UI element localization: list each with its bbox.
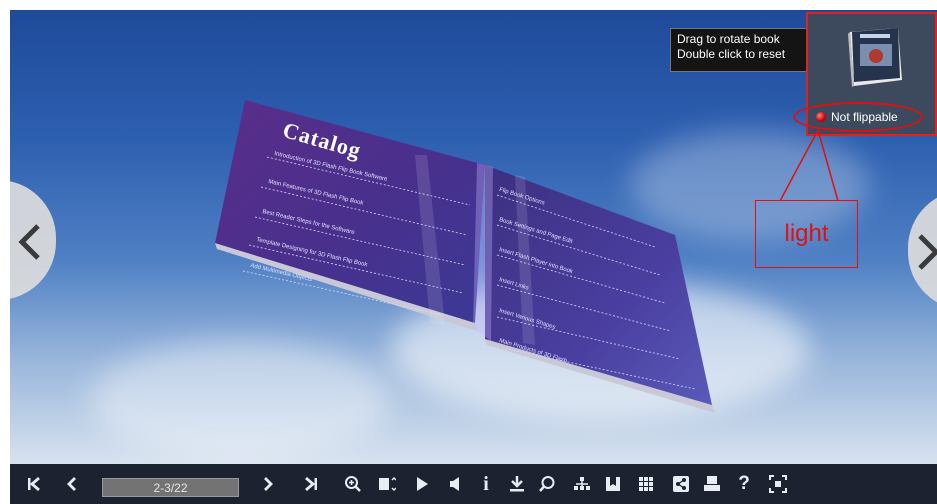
sound-icon[interactable] bbox=[445, 464, 465, 504]
print-icon[interactable] bbox=[701, 464, 723, 504]
share-icon[interactable] bbox=[670, 464, 692, 504]
help-icon[interactable]: ? bbox=[734, 464, 754, 504]
rotate-tooltip: Drag to rotate book Double click to rese… bbox=[670, 28, 815, 72]
page-number-field[interactable]: 2-3/22 bbox=[102, 478, 239, 497]
last-page-icon[interactable] bbox=[301, 464, 321, 504]
chevron-right-icon bbox=[918, 234, 937, 270]
search-icon[interactable] bbox=[536, 464, 558, 504]
previous-page-icon[interactable] bbox=[62, 464, 82, 504]
thumbnails-icon[interactable] bbox=[376, 464, 398, 504]
zoom-in-icon[interactable] bbox=[343, 464, 363, 504]
first-page-icon[interactable] bbox=[24, 464, 44, 504]
flip-book[interactable]: Catalog Introduction of 3D Flash Flip Bo… bbox=[215, 95, 725, 415]
next-page-side-button[interactable] bbox=[908, 190, 937, 310]
autoplay-icon[interactable] bbox=[412, 464, 432, 504]
previous-page-side-button[interactable] bbox=[10, 180, 56, 300]
download-icon[interactable] bbox=[506, 464, 528, 504]
next-page-icon[interactable] bbox=[258, 464, 278, 504]
tooltip-line: Drag to rotate book bbox=[677, 32, 780, 46]
book-thumbnail-icon[interactable] bbox=[842, 26, 906, 88]
bookmark-icon[interactable] bbox=[602, 464, 624, 504]
tooltip-line: Double click to reset bbox=[677, 47, 786, 61]
info-icon[interactable]: i bbox=[476, 464, 496, 504]
annotation-ellipse bbox=[793, 102, 923, 132]
bottom-toolbar: 2-3/22 i ? bbox=[10, 464, 937, 504]
chevron-left-icon bbox=[18, 224, 40, 260]
fullscreen-icon[interactable] bbox=[767, 464, 789, 504]
grid-icon[interactable] bbox=[635, 464, 657, 504]
annotation-callout: light bbox=[755, 200, 858, 268]
table-of-contents-icon[interactable] bbox=[571, 464, 593, 504]
